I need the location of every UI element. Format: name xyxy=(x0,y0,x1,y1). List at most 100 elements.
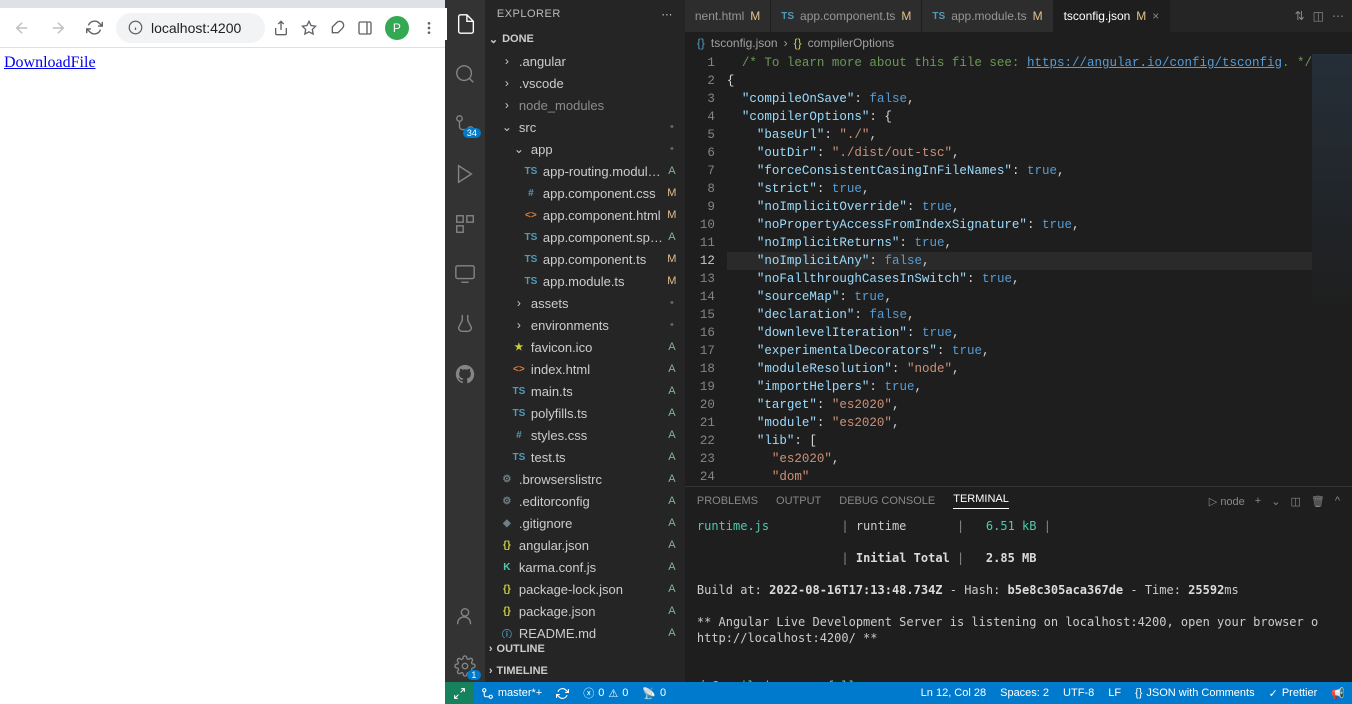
account-activity[interactable] xyxy=(445,600,485,632)
tree-row[interactable]: ›.vscode xyxy=(485,72,685,94)
address-bar[interactable]: localhost:4200 xyxy=(116,13,265,43)
git-status: A xyxy=(665,627,679,638)
close-tab-icon[interactable]: × xyxy=(1152,9,1159,23)
tree-row[interactable]: TStest.tsA xyxy=(485,446,685,468)
menu-icon[interactable] xyxy=(421,20,437,36)
branch-indicator[interactable]: master*+ xyxy=(474,682,549,704)
tree-row[interactable]: ⚙.editorconfigA xyxy=(485,490,685,512)
tree-row[interactable]: #styles.cssA xyxy=(485,424,685,446)
outline-header[interactable]: › OUTLINE xyxy=(485,638,685,660)
terminal-tab[interactable]: TERMINAL xyxy=(953,493,1009,509)
scm-activity[interactable]: 34 xyxy=(445,108,485,140)
compare-icon[interactable]: ⇅ xyxy=(1295,9,1305,23)
tree-row[interactable]: ★favicon.icoA xyxy=(485,336,685,358)
remote-activity[interactable] xyxy=(445,258,485,290)
editor-body[interactable]: 1234567891011121314151617181920212223242… xyxy=(685,54,1352,486)
url-text: localhost:4200 xyxy=(151,20,241,36)
minimap[interactable] xyxy=(1312,54,1352,486)
errors-indicator[interactable]: ⓧ 0 ⚠ 0 xyxy=(576,682,635,704)
explorer-activity[interactable] xyxy=(445,8,485,40)
breadcrumb[interactable]: {} tsconfig.json › {} compilerOptions xyxy=(685,32,1352,54)
timeline-header[interactable]: › TIMELINE xyxy=(485,660,685,682)
testing-activity[interactable] xyxy=(445,308,485,340)
modified-indicator: M xyxy=(1136,9,1146,23)
extensions-activity[interactable] xyxy=(445,208,485,240)
feedback-icon[interactable]: 📢 xyxy=(1324,682,1352,704)
tree-row[interactable]: <>app.component.htmlM xyxy=(485,204,685,226)
tree-row[interactable]: {}package.jsonA xyxy=(485,600,685,622)
port-indicator[interactable]: 📡 0 xyxy=(635,682,673,704)
back-button[interactable] xyxy=(8,14,36,42)
terminal-dropdown-icon[interactable]: ⌄ xyxy=(1271,495,1280,508)
tree-label: node_modules xyxy=(519,98,665,113)
settings-activity[interactable]: 1 xyxy=(445,650,485,682)
editor-tab[interactable]: nent.htmlM xyxy=(685,0,771,32)
share-icon[interactable] xyxy=(273,20,289,36)
cursor-position[interactable]: Ln 12, Col 28 xyxy=(914,682,993,704)
editor-tabs: nent.htmlMTSapp.component.tsMTSapp.modul… xyxy=(685,0,1352,32)
forward-button[interactable] xyxy=(44,14,72,42)
git-status: A xyxy=(665,605,679,617)
tree-row[interactable]: ⓘREADME.mdA xyxy=(485,622,685,638)
tree-row[interactable]: {}angular.jsonA xyxy=(485,534,685,556)
bookmark-icon[interactable] xyxy=(301,20,317,36)
tree-row[interactable]: ›environments• xyxy=(485,314,685,336)
tree-label: app.component.ts xyxy=(543,252,665,267)
debug-console-tab[interactable]: DEBUG CONSOLE xyxy=(839,495,935,507)
sidepanel-icon[interactable] xyxy=(357,20,373,36)
sync-indicator[interactable] xyxy=(549,682,576,704)
tree-row[interactable]: Kkarma.conf.jsA xyxy=(485,556,685,578)
site-info-icon[interactable] xyxy=(128,20,143,35)
workspace-header[interactable]: ⌄ DONE xyxy=(485,28,685,50)
tree-row[interactable]: ⚙.browserslistrcA xyxy=(485,468,685,490)
terminal-content[interactable]: runtime.js | runtime | 6.51 kB | | Initi… xyxy=(685,515,1352,682)
debug-activity[interactable] xyxy=(445,158,485,190)
eol[interactable]: LF xyxy=(1101,682,1128,704)
tree-row[interactable]: TSapp-routing.module.tsA xyxy=(485,160,685,182)
tree-row[interactable]: ◆.gitignoreA xyxy=(485,512,685,534)
tree-row[interactable]: TSmain.tsA xyxy=(485,380,685,402)
ts-icon: TS xyxy=(781,11,794,22)
language-mode[interactable]: {} JSON with Comments xyxy=(1128,682,1262,704)
tree-row[interactable]: #app.component.cssM xyxy=(485,182,685,204)
tree-row[interactable]: ⌄src• xyxy=(485,116,685,138)
new-terminal-icon[interactable]: + xyxy=(1255,495,1261,507)
editor-tab[interactable]: TSapp.component.tsM xyxy=(771,0,922,32)
tree-row[interactable]: TSapp.component.tsM xyxy=(485,248,685,270)
more-icon[interactable]: ⋯ xyxy=(1332,9,1344,23)
download-link[interactable]: DownloadFile xyxy=(4,54,96,71)
editor-tab[interactable]: tsconfig.jsonM× xyxy=(1054,0,1171,32)
tree-row[interactable]: <>index.htmlA xyxy=(485,358,685,380)
prettier-status[interactable]: ✓ Prettier xyxy=(1262,682,1325,704)
tree-row[interactable]: TSapp.component.spec.tsA xyxy=(485,226,685,248)
extensions-icon[interactable] xyxy=(329,20,345,36)
tree-row[interactable]: TSapp.module.tsM xyxy=(485,270,685,292)
encoding[interactable]: UTF-8 xyxy=(1056,682,1101,704)
tree-row[interactable]: ›node_modules xyxy=(485,94,685,116)
tree-row[interactable]: {}package-lock.jsonA xyxy=(485,578,685,600)
modified-indicator: M xyxy=(1033,9,1043,23)
split-icon[interactable]: ◫ xyxy=(1313,9,1324,23)
reload-button[interactable] xyxy=(80,14,108,42)
problems-tab[interactable]: PROBLEMS xyxy=(697,495,758,507)
editor-tab[interactable]: TSapp.module.tsM xyxy=(922,0,1053,32)
indentation[interactable]: Spaces: 2 xyxy=(993,682,1056,704)
code-content[interactable]: /* To learn more about this file see: ht… xyxy=(727,54,1312,486)
line-gutter: 1234567891011121314151617181920212223242… xyxy=(685,54,727,486)
output-tab[interactable]: OUTPUT xyxy=(776,495,821,507)
search-activity[interactable] xyxy=(445,58,485,90)
git-status: A xyxy=(665,517,679,529)
file-icon: <> xyxy=(511,364,527,375)
tree-row[interactable]: ›assets• xyxy=(485,292,685,314)
profile-avatar[interactable]: P xyxy=(385,16,409,40)
explorer-more-icon[interactable]: ⋯ xyxy=(661,8,673,21)
terminal-shell-label[interactable]: ▷ node xyxy=(1209,495,1245,508)
tree-row[interactable]: ›.angular xyxy=(485,50,685,72)
github-activity[interactable] xyxy=(445,358,485,390)
tree-row[interactable]: ⌄app• xyxy=(485,138,685,160)
tree-row[interactable]: TSpolyfills.tsA xyxy=(485,402,685,424)
maximize-panel-icon[interactable]: ^ xyxy=(1335,495,1340,507)
remote-indicator[interactable] xyxy=(445,682,474,704)
kill-terminal-icon[interactable]: 🗑 xyxy=(1311,495,1325,508)
split-terminal-icon[interactable]: ◫ xyxy=(1290,495,1300,508)
